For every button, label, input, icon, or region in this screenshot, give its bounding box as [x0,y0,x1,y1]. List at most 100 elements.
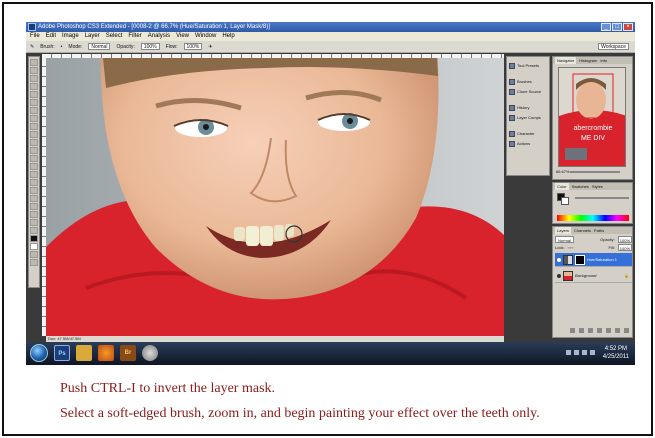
menu-edit[interactable]: Edit [46,32,56,41]
dodge-tool-icon[interactable] [30,163,38,170]
add-mask-icon[interactable] [588,328,593,333]
navigator-zoom-value[interactable]: 66.67% [556,169,570,174]
tray-volume-icon[interactable] [574,350,579,355]
navigator-thumbnail[interactable]: abercrombie ME DIV [558,67,626,167]
media-player-icon[interactable] [142,345,158,361]
close-icon[interactable]: × [623,23,633,31]
quick-mask-icon[interactable] [30,251,38,258]
shape-tool-icon[interactable] [30,195,38,202]
layer-mask-thumbnail[interactable] [575,254,585,265]
screen-mode-icon[interactable] [30,259,38,266]
tab-styles[interactable]: Styles [592,183,603,190]
lasso-tool-icon[interactable] [30,75,38,82]
airbrush-icon[interactable]: ✈ [208,41,212,52]
layer-opacity-field[interactable]: 100% [617,236,632,243]
new-group-icon[interactable] [606,328,611,333]
tab-info[interactable]: Info [600,57,607,64]
dock-item-brushes[interactable]: Brushes [509,77,532,86]
tab-paths[interactable]: Paths [594,227,604,234]
path-selection-tool-icon[interactable] [30,187,38,194]
dock-item-tool-presets[interactable]: Tool Presets [509,61,539,70]
dock-item-character[interactable]: Character [509,129,535,138]
taskbar-bridge[interactable]: Br [120,345,136,361]
document-canvas[interactable] [46,58,504,336]
panel-background-swatch[interactable] [561,197,569,205]
gradient-tool-icon[interactable] [30,147,38,154]
visibility-eye-icon[interactable] [557,257,561,262]
tray-flag-icon[interactable] [582,350,587,355]
brush-tool-icon[interactable] [30,115,38,122]
trash-icon[interactable] [624,328,629,333]
brush-tool-icon[interactable]: ✎ [30,41,34,52]
history-brush-tool-icon[interactable] [30,131,38,138]
menu-view[interactable]: View [176,32,189,41]
crop-tool-icon[interactable] [30,91,38,98]
system-clock[interactable]: 4:52 PM 4/25/2011 [603,345,629,361]
dock-item-actions[interactable]: Actions [509,139,530,148]
background-color-swatch[interactable] [30,243,38,250]
tab-histogram[interactable]: Histogram [579,57,597,64]
workspace-button[interactable]: Workspace [598,43,629,50]
visibility-eye-icon[interactable] [557,273,561,278]
minimize-icon[interactable]: _ [601,23,611,31]
flow-field[interactable]: 100% [183,43,203,50]
foreground-color-swatch[interactable] [30,235,38,242]
eyedropper-tool-icon[interactable] [30,211,38,218]
lock-icons[interactable]: ▫▫▫▫ [568,244,574,251]
color-panel: Color Swatches Styles [552,182,633,224]
pen-tool-icon[interactable] [30,171,38,178]
blend-mode-select[interactable]: Normal [555,236,574,243]
tab-navigator[interactable]: Navigator [555,57,577,64]
hand-tool-icon[interactable] [30,219,38,226]
layer-style-icon[interactable] [579,328,584,333]
blur-tool-icon[interactable] [30,155,38,162]
slice-tool-icon[interactable] [30,99,38,106]
link-layers-icon[interactable] [570,328,575,333]
navigator-zoom-slider[interactable] [570,171,620,173]
tab-channels[interactable]: Channels [574,227,591,234]
dock-item-clone-source[interactable]: Clone Source [509,87,541,96]
move-tool-icon[interactable] [30,59,38,66]
menu-window[interactable]: Window [195,32,216,41]
menu-help[interactable]: Help [222,32,234,41]
mode-select[interactable]: Normal [88,43,111,50]
healing-brush-tool-icon[interactable] [30,107,38,114]
color-slider[interactable] [575,197,629,199]
menu-image[interactable]: Image [62,32,79,41]
tray-network-icon[interactable] [566,350,571,355]
start-button-icon[interactable] [30,344,48,362]
fill-field[interactable]: 100% [617,244,632,251]
layer-row-background[interactable]: Background 🔒 [555,269,632,283]
dock-item-layer-comps[interactable]: Layer Comps [509,113,541,122]
firefox-icon[interactable] [98,345,114,361]
navigator-preview-image: abercrombie ME DIV [559,68,625,166]
menu-analysis[interactable]: Analysis [148,32,170,41]
tab-layers[interactable]: Layers [555,227,572,234]
menu-file[interactable]: File [30,32,40,41]
maximize-icon[interactable]: □ [612,23,622,31]
new-adjustment-icon[interactable] [597,328,602,333]
notes-tool-icon[interactable] [30,203,38,210]
zoom-tool-icon[interactable] [30,227,38,234]
menu-layer[interactable]: Layer [85,32,100,41]
photoshop-screenshot: Adobe Photoshop CS3 Extended - [0008-2 @… [26,22,635,365]
tray-power-icon[interactable] [590,350,595,355]
dock-item-history[interactable]: History [509,103,529,112]
eraser-tool-icon[interactable] [30,139,38,146]
marquee-tool-icon[interactable] [30,67,38,74]
color-spectrum-bar[interactable] [557,215,629,221]
layer-row-hue-saturation[interactable]: Hue/Saturation 1 [555,253,632,267]
tab-swatches[interactable]: Swatches [572,183,589,190]
menu-filter[interactable]: Filter [128,32,141,41]
magic-wand-tool-icon[interactable] [30,83,38,90]
menu-select[interactable]: Select [106,32,123,41]
tab-color[interactable]: Color [555,183,569,190]
clone-stamp-tool-icon[interactable] [30,123,38,130]
new-layer-icon[interactable] [615,328,620,333]
caption-line-2: Select a soft-edged brush, zoom in, and … [60,406,540,421]
brush-preset-picker[interactable]: • [61,41,63,52]
taskbar-photoshop[interactable]: Ps [54,345,70,361]
type-tool-icon[interactable] [30,179,38,186]
opacity-field[interactable]: 100% [140,43,160,50]
explorer-folder-icon[interactable] [76,345,92,361]
